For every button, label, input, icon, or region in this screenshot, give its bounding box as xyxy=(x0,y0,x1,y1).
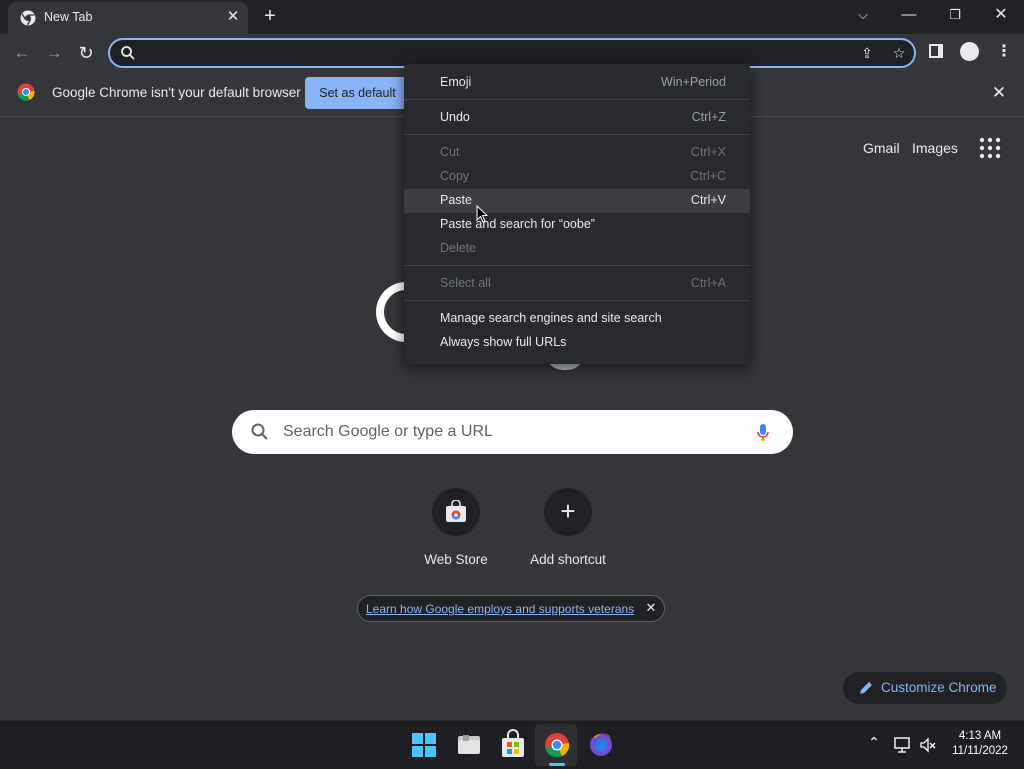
menu-item-undo[interactable]: Undo Ctrl+Z xyxy=(404,106,750,130)
apps-grid-icon[interactable] xyxy=(978,136,1002,160)
new-tab-button[interactable]: + xyxy=(259,5,281,27)
menu-separator xyxy=(404,265,750,266)
customize-chrome-label: Customize Chrome xyxy=(881,680,997,695)
firefox-icon[interactable] xyxy=(583,727,619,763)
web-store-icon xyxy=(446,500,466,522)
clock[interactable]: 4:13 AM 11/11/2022 xyxy=(948,729,1012,759)
search-placeholder: Search Google or type a URL xyxy=(283,423,493,440)
search-icon xyxy=(121,46,135,60)
shortcut-add[interactable]: + Add shortcut xyxy=(512,488,624,578)
clock-time: 4:13 AM xyxy=(958,730,1002,742)
menu-item-cut[interactable]: Cut Ctrl+X xyxy=(404,141,750,165)
tab-title: New Tab xyxy=(44,10,93,24)
menu-item-label: Delete xyxy=(440,241,477,255)
file-explorer-icon[interactable] xyxy=(451,727,487,763)
back-button[interactable]: ← xyxy=(11,42,33,64)
profile-avatar-icon[interactable] xyxy=(960,42,979,61)
taskbar: ⌃ 4:13 AM 11/11/2022 xyxy=(0,720,1024,769)
active-app-indicator xyxy=(549,763,565,766)
customize-chrome-button[interactable]: Customize Chrome xyxy=(843,672,1007,704)
menu-item-shortcut: Ctrl+X xyxy=(690,145,726,159)
windows-start-icon[interactable] xyxy=(406,727,442,763)
menu-item-delete[interactable]: Delete xyxy=(404,237,750,261)
menu-separator xyxy=(404,300,750,301)
menu-item-shortcut: Win+Period xyxy=(661,75,726,89)
restore-button[interactable]: ❐ xyxy=(932,0,978,32)
ntp-search-box[interactable]: Search Google or type a URL xyxy=(232,410,793,454)
menu-item-shortcut: Ctrl+V xyxy=(690,193,726,207)
promo-chip: Learn how Google employs and supports ve… xyxy=(357,595,665,622)
menu-item-shortcut: Ctrl+Z xyxy=(691,110,726,124)
infobar-close-icon[interactable]: ✕ xyxy=(990,84,1008,102)
plus-icon: + xyxy=(560,496,576,526)
menu-kebab-icon[interactable]: ⋮ xyxy=(996,42,1012,62)
images-link[interactable]: Images xyxy=(912,140,958,156)
minimize-button[interactable]: — xyxy=(886,0,932,32)
shortcut-tile xyxy=(432,488,480,536)
chrome-icon[interactable] xyxy=(539,727,575,763)
tray-chevron-icon[interactable]: ⌃ xyxy=(866,734,882,750)
mouse-cursor-icon xyxy=(476,205,488,223)
set-as-default-button[interactable]: Set as default xyxy=(305,77,410,109)
menu-item-label: Select all xyxy=(440,276,491,290)
shortcut-label: Add shortcut xyxy=(530,552,606,567)
menu-item-always-show-full-urls[interactable]: Always show full URLs xyxy=(404,331,750,355)
menu-item-label: Manage search engines and site search xyxy=(440,311,662,325)
menu-item-label: Cut xyxy=(440,145,460,159)
share-icon[interactable]: ⇪ xyxy=(858,44,876,62)
promo-link[interactable]: Learn how Google employs and supports ve… xyxy=(366,602,634,616)
tab-search-chevron-icon[interactable]: ⌵ xyxy=(840,0,886,32)
context-menu: Emoji Win+Period Undo Ctrl+Z Cut Ctrl+X … xyxy=(404,64,750,364)
menu-item-paste[interactable]: Paste Ctrl+V xyxy=(404,189,750,213)
menu-item-label: Undo xyxy=(440,110,470,124)
chrome-icon xyxy=(20,10,36,26)
forward-button[interactable]: → xyxy=(43,42,65,64)
infobar-message: Google Chrome isn't your default browser xyxy=(52,85,301,100)
gmail-link[interactable]: Gmail xyxy=(863,140,900,156)
menu-item-label: Copy xyxy=(440,169,470,183)
microsoft-store-icon[interactable] xyxy=(495,727,531,763)
menu-item-select-all[interactable]: Select all Ctrl+A xyxy=(404,272,750,296)
menu-item-paste-and-search[interactable]: Paste and search for “oobe” xyxy=(404,213,750,237)
shortcut-tile: + xyxy=(544,488,592,536)
network-icon[interactable] xyxy=(893,736,911,754)
search-icon xyxy=(251,423,268,440)
menu-item-label: Emoji xyxy=(440,75,472,89)
tab-close-icon[interactable]: ✕ xyxy=(224,8,242,26)
menu-separator xyxy=(404,134,750,135)
menu-item-label: Paste xyxy=(440,193,472,207)
menu-item-label: Always show full URLs xyxy=(440,335,567,349)
bookmark-star-icon[interactable]: ☆ xyxy=(890,44,908,62)
clock-date: 11/11/2022 xyxy=(952,745,1008,757)
reload-button[interactable]: ↻ xyxy=(75,42,97,64)
volume-muted-icon[interactable] xyxy=(919,736,937,754)
promo-close-icon[interactable]: ✕ xyxy=(643,600,659,616)
mic-icon[interactable] xyxy=(752,421,774,443)
menu-item-emoji[interactable]: Emoji Win+Period xyxy=(404,71,750,95)
menu-item-copy[interactable]: Copy Ctrl+C xyxy=(404,165,750,189)
side-panel-icon[interactable] xyxy=(929,44,943,58)
tab-new-tab[interactable]: New Tab ✕ xyxy=(8,2,248,34)
menu-item-label: Paste and search for “oobe” xyxy=(440,217,595,231)
shortcut-label: Web Store xyxy=(424,552,488,567)
chrome-icon xyxy=(17,83,35,101)
menu-item-shortcut: Ctrl+A xyxy=(690,276,726,290)
menu-separator xyxy=(404,99,750,100)
shortcut-web-store[interactable]: Web Store xyxy=(400,488,512,578)
menu-item-shortcut: Ctrl+C xyxy=(690,169,726,183)
close-window-button[interactable]: ✕ xyxy=(978,0,1024,32)
pencil-icon xyxy=(860,682,872,694)
menu-item-manage-search-engines[interactable]: Manage search engines and site search xyxy=(404,307,750,331)
